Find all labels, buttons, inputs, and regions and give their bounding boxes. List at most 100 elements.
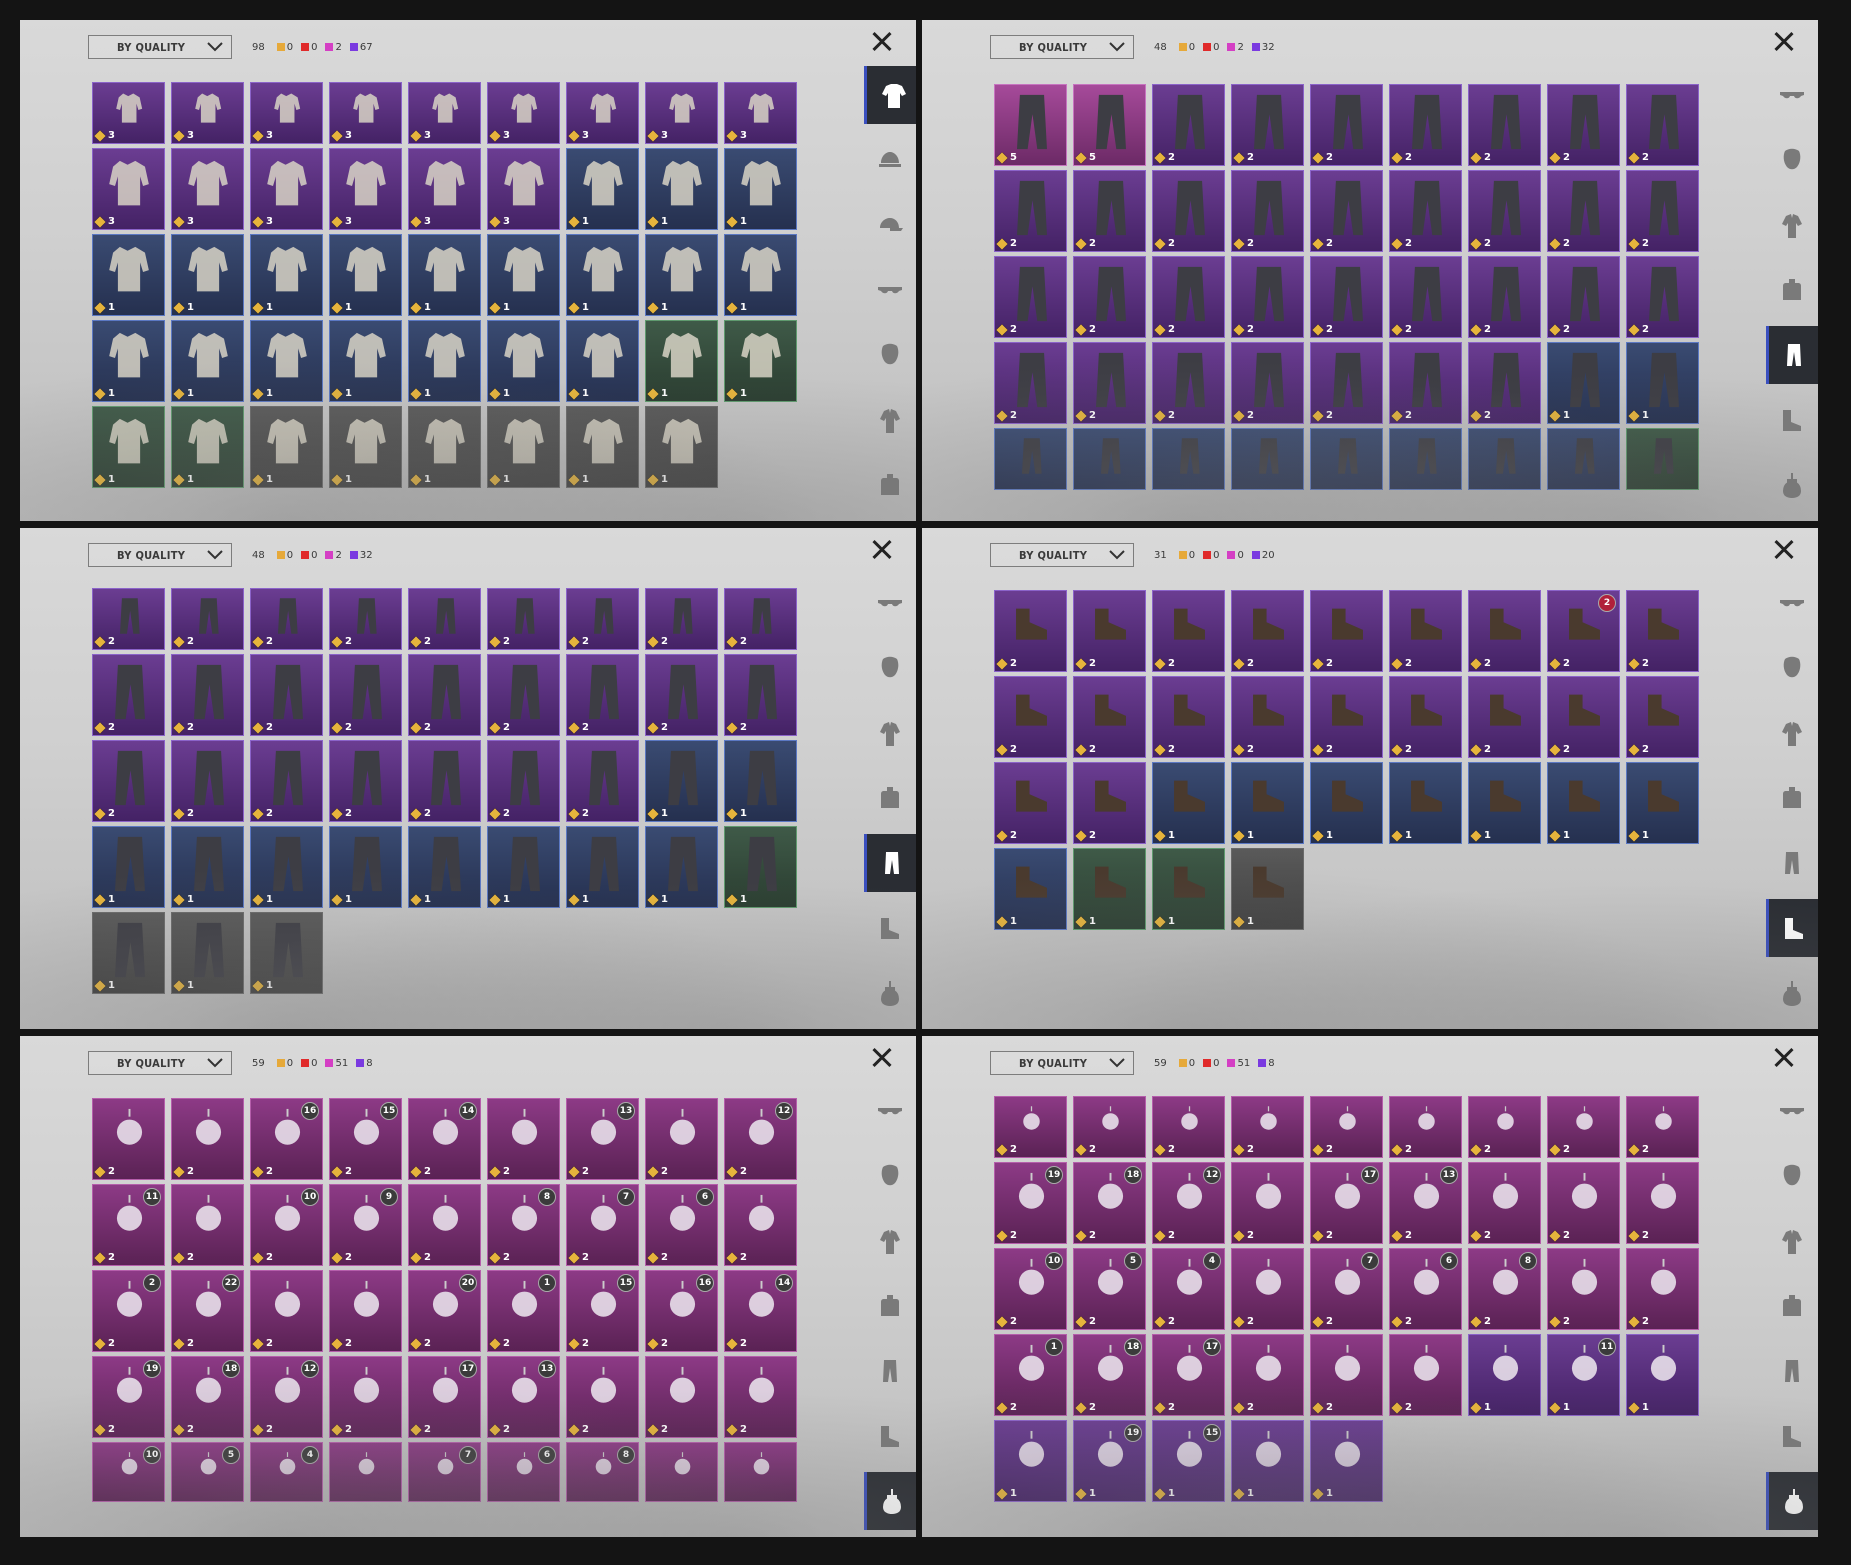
item-tile[interactable]: 2 [994, 256, 1067, 338]
category-tab-shoes[interactable] [1766, 1407, 1818, 1465]
item-tile[interactable]: 2 [1073, 762, 1146, 844]
category-tab-shoes[interactable] [864, 1407, 916, 1465]
item-tile[interactable]: 2 [329, 1356, 402, 1438]
item-tile[interactable]: 2 17 [408, 1356, 481, 1438]
item-tile[interactable]: 2 [724, 1184, 797, 1266]
category-tab-glasses[interactable] [864, 574, 916, 632]
item-tile[interactable]: 2 [1152, 1096, 1225, 1158]
item-tile[interactable]: 1 [329, 406, 402, 488]
item-tile[interactable]: 24 [1152, 1248, 1225, 1330]
item-tile[interactable] [645, 1442, 718, 1502]
category-tab-pants[interactable] [1766, 1342, 1818, 1400]
item-tile[interactable]: 1 11 [1547, 1334, 1620, 1416]
item-tile[interactable]: 1 [994, 1420, 1067, 1502]
close-icon[interactable] [1768, 534, 1800, 566]
item-tile[interactable] [1389, 428, 1462, 490]
item-tile[interactable]: 1 [645, 406, 718, 488]
item-tile[interactable]: 3 [408, 82, 481, 144]
sort-dropdown[interactable]: BY QUALITY [88, 35, 232, 59]
item-tile[interactable]: 2 [645, 654, 718, 736]
close-icon[interactable] [866, 534, 898, 566]
item-tile[interactable]: 7 [408, 1442, 481, 1502]
item-tile[interactable]: 2 [724, 1356, 797, 1438]
item-tile[interactable]: 3 [724, 82, 797, 144]
item-tile[interactable]: 2 14 [408, 1098, 481, 1180]
item-tile[interactable]: 2 [1310, 256, 1383, 338]
item-tile[interactable]: 2 [994, 676, 1067, 758]
item-tile[interactable]: 25 [1073, 1248, 1146, 1330]
item-tile[interactable]: 2 10 [994, 1248, 1067, 1330]
item-tile[interactable]: 1 [645, 740, 718, 822]
item-tile[interactable]: 1 [171, 912, 244, 994]
category-tab-backpacks[interactable] [864, 456, 916, 514]
item-tile[interactable]: 2 [1073, 170, 1146, 252]
item-tile[interactable]: 1 [1152, 762, 1225, 844]
item-tile[interactable]: 2 13 [566, 1098, 639, 1180]
item-tile[interactable]: 1 [1547, 342, 1620, 424]
item-tile[interactable]: 1 [408, 406, 481, 488]
item-tile[interactable]: 2 [408, 588, 481, 650]
item-tile[interactable]: 2 11 [92, 1184, 165, 1266]
item-tile[interactable]: 1 [1468, 762, 1541, 844]
item-tile[interactable]: 2 [994, 762, 1067, 844]
item-tile[interactable]: 4 [250, 1442, 323, 1502]
item-tile[interactable]: 2 [408, 1184, 481, 1266]
item-tile[interactable]: 2 [1626, 1162, 1699, 1244]
close-icon[interactable] [1768, 1042, 1800, 1074]
item-tile[interactable]: 2 [171, 1184, 244, 1266]
category-tab-masks[interactable] [864, 639, 916, 697]
category-tab-backpacks[interactable] [1766, 261, 1818, 319]
item-tile[interactable]: 2 [724, 654, 797, 736]
item-tile[interactable]: 2 19 [994, 1162, 1067, 1244]
item-tile[interactable]: 2 [92, 654, 165, 736]
item-tile[interactable]: 2 [1389, 342, 1462, 424]
item-tile[interactable]: 2 [1626, 590, 1699, 672]
category-tab-charms[interactable] [1766, 964, 1818, 1022]
item-tile[interactable]: 2 [1389, 256, 1462, 338]
item-tile[interactable]: 2 [1152, 342, 1225, 424]
item-tile[interactable]: 1 [487, 320, 560, 402]
item-tile[interactable]: 1 [250, 826, 323, 908]
item-tile[interactable]: 2 [171, 654, 244, 736]
item-tile[interactable]: 2 [1547, 1248, 1620, 1330]
category-tab-shoes[interactable] [1766, 899, 1818, 957]
item-tile[interactable]: 2 [1231, 1248, 1304, 1330]
item-tile[interactable]: 2 [1231, 1162, 1304, 1244]
item-tile[interactable]: 2 [645, 588, 718, 650]
item-tile[interactable]: 1 [1547, 762, 1620, 844]
item-tile[interactable]: 2 [487, 588, 560, 650]
item-tile[interactable]: 1 [1152, 848, 1225, 930]
category-tab-pants[interactable] [1766, 326, 1818, 384]
category-tab-backpacks[interactable] [1766, 769, 1818, 827]
item-tile[interactable] [329, 1442, 402, 1502]
item-tile[interactable]: 1 [171, 406, 244, 488]
item-tile[interactable]: 2 [1547, 1096, 1620, 1158]
item-tile[interactable]: 3 [329, 82, 402, 144]
item-tile[interactable]: 2 [1310, 590, 1383, 672]
item-tile[interactable]: 2 [1231, 590, 1304, 672]
item-tile[interactable] [1231, 428, 1304, 490]
item-tile[interactable] [1310, 428, 1383, 490]
item-tile[interactable]: 1 [329, 234, 402, 316]
item-tile[interactable]: 2 [1468, 1162, 1541, 1244]
item-tile[interactable]: 2 [250, 1270, 323, 1352]
item-tile[interactable]: 2 [1389, 84, 1462, 166]
item-tile[interactable]: 22 [92, 1270, 165, 1352]
category-tab-caps[interactable] [864, 196, 916, 254]
category-tab-glasses[interactable] [1766, 574, 1818, 632]
item-tile[interactable]: 3 [487, 82, 560, 144]
item-tile[interactable]: 3 [171, 148, 244, 230]
item-tile[interactable]: 2 19 [92, 1356, 165, 1438]
category-tab-pants[interactable] [864, 834, 916, 892]
item-tile[interactable]: 2 [329, 588, 402, 650]
sort-dropdown[interactable]: BY QUALITY [990, 35, 1134, 59]
item-tile[interactable]: 2 18 [171, 1356, 244, 1438]
item-tile[interactable]: 1 [329, 826, 402, 908]
item-tile[interactable]: 2 [1547, 676, 1620, 758]
item-tile[interactable]: 2 [1310, 676, 1383, 758]
item-tile[interactable]: 1 [1231, 848, 1304, 930]
category-tab-shoes[interactable] [1766, 391, 1818, 449]
item-tile[interactable]: 2 10 [250, 1184, 323, 1266]
item-tile[interactable]: 2 17 [1152, 1334, 1225, 1416]
item-tile[interactable]: 2 [994, 590, 1067, 672]
